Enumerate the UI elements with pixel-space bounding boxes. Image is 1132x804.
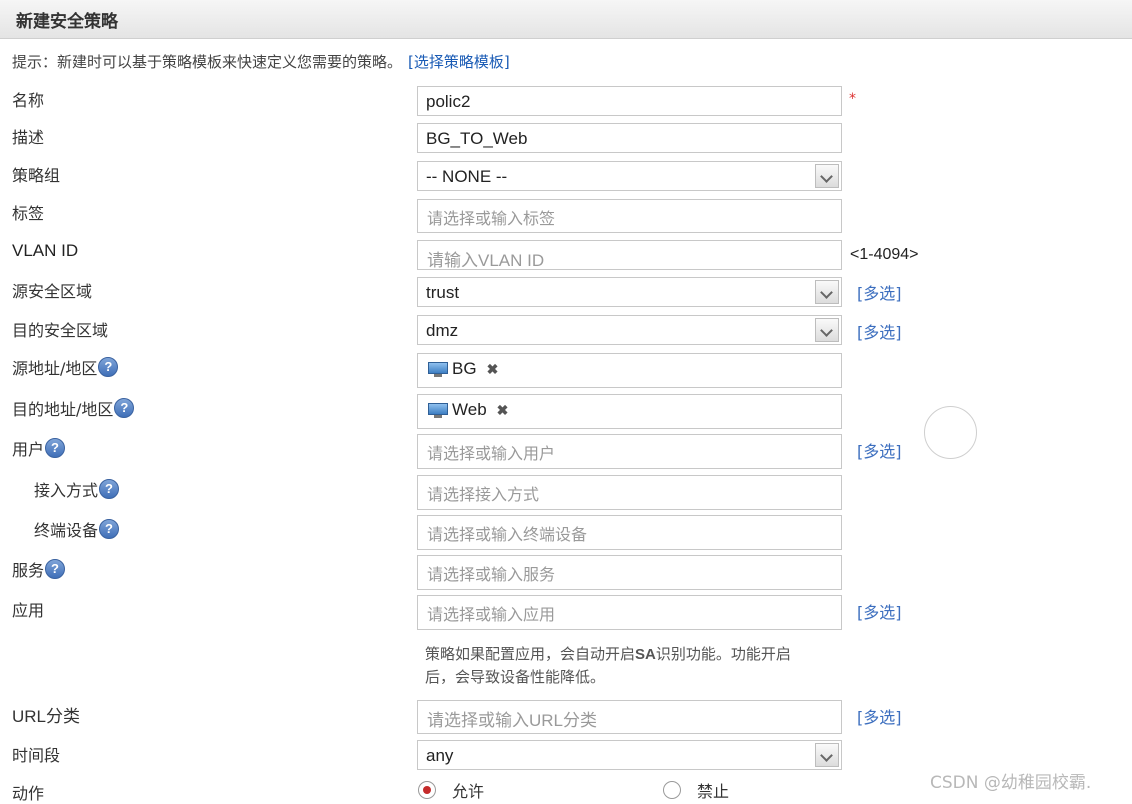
url-category-placeholder: 请选择或输入URL分类 <box>427 711 598 730</box>
name-input-value: polic2 <box>426 92 471 111</box>
destination-address-tag-label: Web <box>452 400 487 419</box>
help-icon[interactable]: ? <box>99 519 120 539</box>
action-deny-radio[interactable]: 禁止 <box>663 778 729 802</box>
tag-input[interactable]: 请选择或输入标签 <box>417 199 842 233</box>
note-line1-c: 识别功能。功能开启 <box>655 645 791 663</box>
destination-address-tag: Web ✖ <box>428 400 508 420</box>
policy-group-select[interactable]: -- NONE -- <box>417 161 842 191</box>
label-user-text: 用户 <box>12 440 45 459</box>
source-address-tag: BG ✖ <box>428 359 498 379</box>
help-icon[interactable]: ? <box>114 398 135 418</box>
vlan-id-input[interactable]: 请输入VLAN ID <box>417 240 842 270</box>
application-note: 策略如果配置应用，会自动开启SA识别功能。功能开启 后，会导致设备性能降低。 <box>425 643 865 688</box>
access-method-placeholder: 请选择接入方式 <box>427 485 540 504</box>
user-input[interactable]: 请选择或输入用户 <box>417 434 842 469</box>
computer-icon <box>428 402 448 418</box>
dialog-titlebar: 新建安全策略 <box>0 0 1132 39</box>
description-input[interactable]: BG_TO_Web <box>417 123 842 153</box>
label-application: 应用 <box>12 601 45 620</box>
label-source-address-text: 源地址/地区 <box>12 359 98 378</box>
application-input[interactable]: 请选择或输入应用 <box>417 595 842 630</box>
terminal-device-input[interactable]: 请选择或输入终端设备 <box>417 515 842 550</box>
remove-icon[interactable]: ✖ <box>487 361 499 378</box>
destination-zone-value: dmz <box>426 321 459 340</box>
tag-placeholder: 请选择或输入标签 <box>427 209 556 228</box>
source-address-tag-label: BG <box>452 359 477 378</box>
action-allow-radio[interactable]: 允许 <box>418 778 484 802</box>
radio-unselected-icon[interactable] <box>663 781 681 799</box>
label-source-address: 源地址/地区? <box>12 355 119 379</box>
note-line1-a: 策略如果配置应用，会自动开启 <box>425 645 636 663</box>
label-description: 描述 <box>12 128 45 147</box>
user-multi-select[interactable]: [多选] <box>857 438 902 462</box>
label-url-category: URL分类 <box>12 702 80 727</box>
label-terminal-device: 终端设备? <box>34 517 120 541</box>
application-placeholder: 请选择或输入应用 <box>427 605 556 624</box>
label-destination-address: 目的地址/地区? <box>12 396 135 420</box>
destination-zone-multi-select[interactable]: [多选] <box>857 319 902 343</box>
label-destination-zone: 目的安全区域 <box>12 321 109 340</box>
dialog-title: 新建安全策略 <box>16 12 118 32</box>
help-icon[interactable]: ? <box>45 438 66 458</box>
source-zone-value: trust <box>426 283 460 302</box>
time-range-value: any <box>426 746 454 765</box>
service-placeholder: 请选择或输入服务 <box>427 565 556 584</box>
access-method-input[interactable]: 请选择接入方式 <box>417 475 842 510</box>
help-icon[interactable]: ? <box>99 479 120 499</box>
select-template-link[interactable]: [选择策略模板] <box>408 53 510 71</box>
required-marker: * <box>849 91 856 107</box>
label-policy-group: 策略组 <box>12 166 61 185</box>
service-input[interactable]: 请选择或输入服务 <box>417 555 842 590</box>
label-source-zone: 源安全区域 <box>12 282 93 301</box>
label-service: 服务? <box>12 557 66 581</box>
chevron-down-icon[interactable] <box>815 318 839 342</box>
label-time-range: 时间段 <box>12 746 61 765</box>
chevron-down-icon[interactable] <box>815 164 839 188</box>
application-multi-select[interactable]: [多选] <box>857 599 902 623</box>
url-category-multi-select[interactable]: [多选] <box>857 704 902 728</box>
label-access-method: 接入方式? <box>34 477 120 501</box>
hint-text: 提示：新建时可以基于策略模板来快速定义您需要的策略。 <box>12 53 403 71</box>
description-input-value: BG_TO_Web <box>426 129 528 148</box>
user-placeholder: 请选择或输入用户 <box>427 444 556 463</box>
cursor-indicator <box>924 406 977 459</box>
chevron-down-icon[interactable] <box>815 280 839 304</box>
time-range-select[interactable]: any <box>417 740 842 770</box>
name-input[interactable]: polic2 <box>417 86 842 116</box>
url-category-input[interactable]: 请选择或输入URL分类 <box>417 700 842 734</box>
radio-selected-icon[interactable] <box>418 781 436 799</box>
chevron-down-icon[interactable] <box>815 743 839 767</box>
destination-zone-select[interactable]: dmz <box>417 315 842 345</box>
label-destination-address-text: 目的地址/地区 <box>12 400 114 419</box>
terminal-device-placeholder: 请选择或输入终端设备 <box>427 525 588 544</box>
label-url-category-text: URL分类 <box>12 707 81 726</box>
help-icon[interactable]: ? <box>98 357 119 377</box>
note-line1-sa: SA <box>635 646 656 663</box>
label-tag: 标签 <box>12 204 45 223</box>
watermark: CSDN @幼稚园校霸. <box>930 773 1092 793</box>
label-name: 名称 <box>12 91 45 110</box>
destination-address-input[interactable]: Web ✖ <box>417 394 842 429</box>
help-icon[interactable]: ? <box>45 559 66 579</box>
label-access-method-text: 接入方式 <box>34 481 99 500</box>
source-zone-select[interactable]: trust <box>417 277 842 307</box>
computer-icon <box>428 361 448 377</box>
source-zone-multi-select[interactable]: [多选] <box>857 280 902 304</box>
label-service-text: 服务 <box>12 561 45 580</box>
action-deny-label: 禁止 <box>697 782 730 801</box>
label-vlan-id: VLAN ID <box>12 241 79 260</box>
policy-group-value: -- NONE -- <box>426 167 508 186</box>
hint-row: 提示：新建时可以基于策略模板来快速定义您需要的策略。 [选择策略模板] <box>12 51 510 72</box>
label-action: 动作 <box>12 784 45 803</box>
vlan-id-placeholder: 请输入VLAN ID <box>427 251 545 270</box>
label-terminal-device-text: 终端设备 <box>34 521 99 540</box>
action-allow-label: 允许 <box>452 782 485 801</box>
label-user: 用户? <box>12 436 66 460</box>
source-address-input[interactable]: BG ✖ <box>417 353 842 388</box>
note-line2: 后，会导致设备性能降低。 <box>425 668 606 686</box>
vlan-range-hint: <1-4094> <box>850 246 919 263</box>
remove-icon[interactable]: ✖ <box>497 402 509 419</box>
